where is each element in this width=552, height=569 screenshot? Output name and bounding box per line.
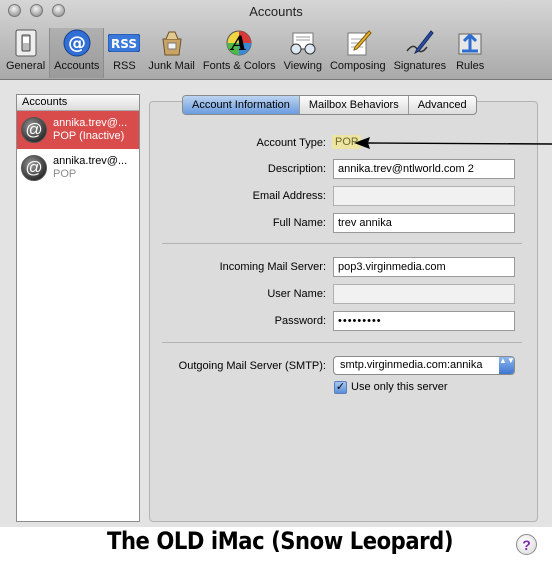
divider <box>162 243 522 244</box>
toolbar: General @ Accounts RSS RSS Junk Mail A F… <box>2 28 490 78</box>
window-title: Accounts <box>249 4 303 19</box>
toolbar-junk-mail[interactable]: Junk Mail <box>144 28 198 78</box>
tab-account-information[interactable]: Account Information <box>183 96 300 114</box>
smtp-label: Outgoing Mail Server (SMTP): <box>178 360 326 372</box>
toolbar-rules-label: Rules <box>456 60 485 72</box>
use-only-this-server-label: Use only this server <box>351 381 448 393</box>
password-field[interactable]: ••••••••• <box>333 311 515 331</box>
svg-text:A: A <box>229 31 247 55</box>
toolbar-junk-mail-label: Junk Mail <box>148 60 195 72</box>
toolbar-composing[interactable]: Composing <box>326 28 390 78</box>
junk-mail-bag-icon <box>156 28 188 58</box>
toolbar-accounts-label: Accounts <box>54 60 100 72</box>
light-switch-icon <box>10 28 42 58</box>
preferences-window: Accounts General @ Accounts RSS RSS Junk… <box>0 0 552 569</box>
toolbar-area: Accounts General @ Accounts RSS RSS Junk… <box>0 0 552 80</box>
toolbar-fonts-colors[interactable]: A Fonts & Colors <box>199 28 280 78</box>
toolbar-general[interactable]: General <box>2 28 49 78</box>
rules-arrows-icon <box>454 28 486 58</box>
account-text: annika.trev@... POP <box>53 155 127 181</box>
help-button[interactable]: ? <box>516 534 537 555</box>
tab-advanced[interactable]: Advanced <box>409 96 476 114</box>
at-sign-icon: @ <box>21 155 47 181</box>
pen-signature-icon <box>404 28 436 58</box>
account-type: POP <box>53 168 77 180</box>
toolbar-signatures[interactable]: Signatures <box>390 28 451 78</box>
glasses-icon <box>287 28 319 58</box>
description-field[interactable]: annika.trev@ntlworld.com 2 <box>333 159 515 179</box>
toolbar-rules[interactable]: Rules <box>450 28 490 78</box>
smtp-select-value: smtp.virginmedia.com:annika <box>340 359 483 371</box>
email-address-label: Email Address: <box>252 190 326 202</box>
at-sign-icon: @ <box>21 117 47 143</box>
description-label: Description: <box>267 163 326 175</box>
toolbar-viewing[interactable]: Viewing <box>280 28 326 78</box>
account-type-label: Account Type: <box>256 137 326 149</box>
toolbar-signatures-label: Signatures <box>393 60 447 72</box>
arrow-pointer-icon <box>354 137 552 149</box>
toolbar-rss[interactable]: RSS RSS <box>104 28 144 78</box>
toolbar-accounts[interactable]: @ Accounts <box>49 28 105 78</box>
account-row[interactable]: @ annika.trev@... POP <box>17 149 139 187</box>
account-type: POP (Inactive) <box>53 130 125 142</box>
email-address-field[interactable] <box>333 186 515 206</box>
account-name: annika.trev@... <box>53 155 128 167</box>
toolbar-viewing-label: Viewing <box>283 60 322 72</box>
divider <box>162 342 522 343</box>
caption-text: The OLD iMac (Snow Leopard) <box>107 527 454 555</box>
toolbar-general-label: General <box>6 60 46 72</box>
use-only-this-server-checkbox[interactable]: ✓ <box>334 381 347 394</box>
user-name-field[interactable] <box>333 284 515 304</box>
account-row[interactable]: @ annika.trev@... POP (Inactive) <box>17 111 139 149</box>
smtp-select[interactable]: smtp.virginmedia.com:annika ▲▼ <box>333 356 515 375</box>
password-label: Password: <box>274 315 326 327</box>
accounts-list: Accounts @ annika.trev@... POP (Inactive… <box>16 94 140 522</box>
user-name-label: User Name: <box>267 288 326 300</box>
svg-text:RSS: RSS <box>111 37 137 51</box>
select-arrows-icon: ▲▼ <box>499 357 514 374</box>
incoming-server-label: Incoming Mail Server: <box>219 261 326 273</box>
at-sign-icon: @ <box>61 28 93 58</box>
tab-bar: Account Information Mailbox Behaviors Ad… <box>182 95 477 115</box>
rss-icon: RSS <box>108 28 141 58</box>
toolbar-rss-label: RSS <box>113 60 136 72</box>
caption-area: The OLD iMac (Snow Leopard) ? <box>0 527 552 569</box>
toolbar-fonts-colors-label: Fonts & Colors <box>202 60 276 72</box>
tab-mailbox-behaviors[interactable]: Mailbox Behaviors <box>300 96 409 114</box>
accounts-list-header: Accounts <box>17 95 139 111</box>
account-text: annika.trev@... POP (Inactive) <box>53 117 127 143</box>
account-name: annika.trev@... <box>53 117 128 129</box>
incoming-server-field[interactable]: pop3.virginmedia.com <box>333 257 515 277</box>
svg-text:@: @ <box>68 33 86 54</box>
full-name-label: Full Name: <box>272 217 326 229</box>
pencil-paper-icon <box>342 28 374 58</box>
font-palette-icon: A <box>223 28 255 58</box>
full-name-field[interactable]: trev annika <box>333 213 515 233</box>
toolbar-composing-label: Composing <box>329 60 386 72</box>
